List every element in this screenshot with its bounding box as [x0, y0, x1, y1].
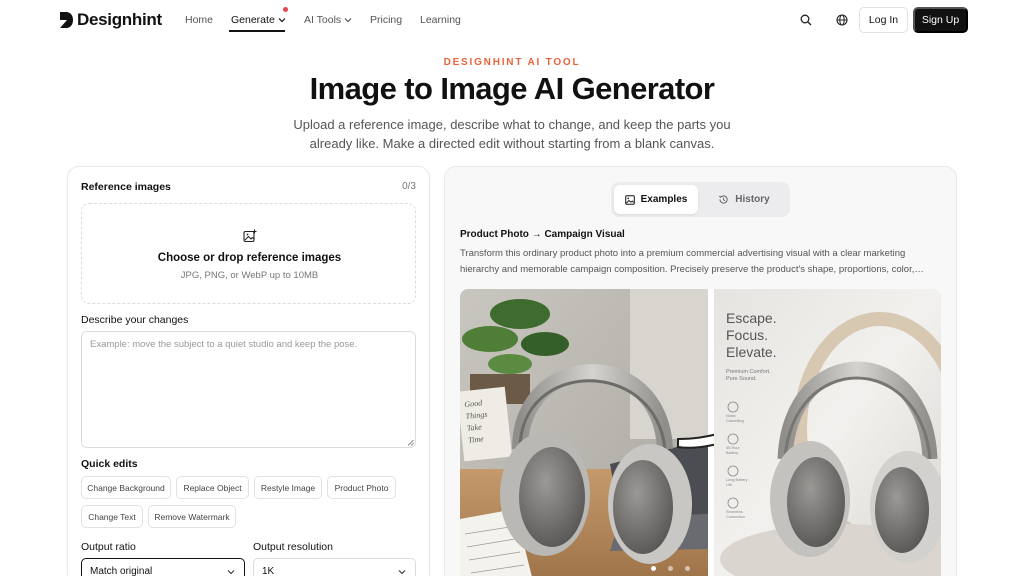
brand-logo[interactable]: Designhint — [58, 10, 162, 30]
search-icon[interactable] — [798, 12, 814, 28]
feature-1-line-1: Noise — [726, 414, 736, 418]
nav-pricing[interactable]: Pricing — [370, 14, 402, 26]
output-resolution-value: 1K — [262, 565, 275, 576]
resize-handle-icon[interactable] — [407, 439, 414, 446]
dropzone-title: Choose or drop reference images — [157, 252, 342, 264]
chevron-down-icon — [344, 18, 352, 23]
chevron-down-icon — [398, 570, 406, 575]
page-title: Image to Image AI Generator — [309, 71, 715, 106]
carousel-dot-3[interactable] — [685, 566, 690, 571]
top-navigation: Designhint Home Generate AI Tools Pricin… — [0, 0, 1024, 40]
tab-examples[interactable]: Examples — [614, 185, 698, 214]
ad-headline-1: Escape. — [726, 310, 777, 326]
feature-4-line-2: Connection — [726, 515, 745, 519]
feature-2-line-1: 40-Hour — [726, 446, 740, 450]
nav-ai-tools-label: AI Tools — [304, 14, 342, 26]
ad-tagline-1: Premium Comfort. — [726, 369, 771, 375]
history-icon — [719, 195, 728, 204]
output-ratio-value: Match original — [90, 565, 153, 576]
ad-headline-3: Elevate. — [726, 344, 777, 360]
tab-examples-label: Examples — [640, 194, 688, 205]
before-after-illustration: Good Things Take Time Escape. Focus. Ele… — [460, 289, 941, 576]
feature-1-line-2: Cancelling — [726, 419, 744, 423]
login-button[interactable]: Log In — [859, 7, 908, 33]
nav-generate-label: Generate — [231, 14, 275, 26]
ad-tagline-2: Pure Sound. — [726, 376, 757, 382]
example-description: Transform this ordinary product photo in… — [460, 248, 915, 275]
tab-history-label: History — [735, 194, 770, 205]
brand-name: Designhint — [77, 10, 162, 29]
output-ratio-label: Output ratio — [81, 541, 136, 553]
describe-changes-input[interactable] — [81, 331, 416, 448]
quick-edits-label: Quick edits — [81, 458, 138, 470]
output-ratio-select[interactable]: Match original — [81, 558, 245, 576]
note-line-4: Time — [468, 434, 485, 445]
image-icon — [624, 194, 635, 205]
carousel-dots — [651, 566, 690, 571]
hero-eyebrow: DESIGNHINT AI TOOL — [443, 57, 581, 68]
logo-mark-icon — [60, 12, 73, 28]
tab-history[interactable]: History — [702, 185, 786, 214]
nav-ai-tools[interactable]: AI Tools — [304, 14, 352, 26]
ad-headline-2: Focus. — [726, 327, 768, 343]
signup-button[interactable]: Sign Up — [913, 7, 968, 33]
hero-subtitle: Upload a reference image, describe what … — [293, 117, 731, 151]
reference-images-label: Reference images — [81, 181, 171, 193]
quick-edit-replace-object[interactable]: Replace Object — [176, 476, 249, 499]
globe-icon[interactable] — [834, 12, 850, 28]
feature-3-line-2: Life — [726, 483, 732, 487]
example-title: Product Photo → Campaign Visual — [460, 229, 625, 240]
examples-tabs: Examples History — [611, 182, 790, 217]
active-nav-indicator — [229, 30, 285, 32]
quick-edit-change-text[interactable]: Change Text — [81, 505, 143, 528]
add-image-icon — [243, 229, 257, 243]
dropzone-subtitle: JPG, PNG, or WebP up to 10MB — [180, 270, 319, 281]
feature-4-line-1: Seamless — [726, 510, 743, 514]
nav-home[interactable]: Home — [185, 14, 213, 26]
note-line-3: Take — [466, 422, 482, 433]
quick-edit-remove-watermark[interactable]: Remove Watermark — [148, 505, 236, 528]
feature-3-line-1: Long Battery — [726, 478, 748, 482]
example-description-box: Transform this ordinary product photo in… — [460, 246, 942, 278]
nav-generate[interactable]: Generate — [231, 14, 286, 26]
output-resolution-label: Output resolution — [253, 541, 333, 553]
feature-2-line-2: Battery — [726, 451, 738, 455]
nav-learning[interactable]: Learning — [420, 14, 461, 26]
reference-dropzone[interactable]: Choose or drop reference images JPG, PNG… — [81, 203, 416, 304]
describe-label: Describe your changes — [81, 314, 189, 326]
example-comparison-image[interactable]: Good Things Take Time Escape. Focus. Ele… — [460, 289, 941, 576]
quick-edit-change-background[interactable]: Change Background — [81, 476, 171, 499]
chevron-down-icon — [278, 18, 286, 23]
carousel-dot-1[interactable] — [651, 566, 656, 571]
notification-dot — [283, 7, 288, 12]
quick-edit-product-photo[interactable]: Product Photo — [327, 476, 396, 499]
quick-edit-restyle-image[interactable]: Restyle Image — [254, 476, 322, 499]
carousel-dot-2[interactable] — [668, 566, 673, 571]
chevron-down-icon — [227, 570, 235, 575]
output-resolution-select[interactable]: 1K — [253, 558, 416, 576]
reference-count: 0/3 — [402, 181, 416, 192]
